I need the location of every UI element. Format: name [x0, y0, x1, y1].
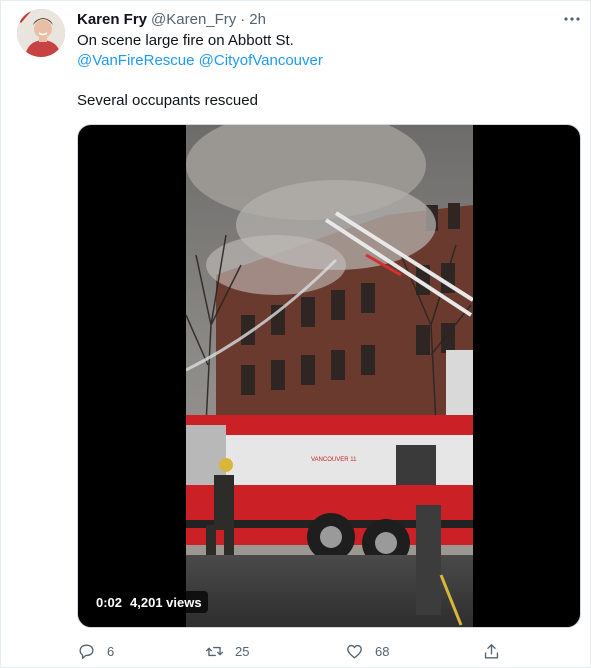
video-thumbnail: VANCOUVER 11 [186, 125, 473, 627]
tweet-actions: 6 25 68 [77, 638, 507, 664]
more-button[interactable] [557, 7, 587, 31]
avatar-image [17, 9, 65, 57]
separator-dot: · [240, 10, 246, 28]
video-player[interactable]: VANCOUVER 11 0:02 4,201 views [77, 124, 581, 628]
reply-count: 6 [107, 643, 115, 659]
share-button[interactable] [482, 638, 501, 664]
truck-label: VANCOUVER 11 [311, 457, 357, 463]
tweet-text-line-1: On scene large fire on Abbott St. [77, 32, 294, 49]
avatar[interactable] [17, 9, 65, 57]
retweet-icon [205, 646, 224, 656]
tweet-card[interactable]: Karen Fry @Karen_Fry · 2h On scene large… [0, 0, 591, 668]
like-button[interactable]: 68 [345, 638, 389, 664]
timestamp[interactable]: 2h [249, 11, 266, 28]
like-count: 68 [375, 643, 390, 659]
video-views: 4,201 views [130, 594, 202, 610]
tweet-mentions: @VanFireRescue @CityofVancouver [77, 51, 323, 71]
video-time: 0:02 [96, 594, 123, 610]
author-handle[interactable]: @Karen_Fry [151, 11, 236, 28]
mention-vanfirerescue[interactable]: @VanFireRescue [77, 52, 195, 69]
tweet-header: Karen Fry @Karen_Fry · 2h [77, 9, 266, 29]
tweet-text-line-2: Several occupants rescued [77, 92, 258, 109]
more-icon [564, 17, 580, 21]
reply-icon [79, 643, 94, 659]
retweet-button[interactable]: 25 [205, 638, 249, 664]
share-icon [484, 643, 499, 659]
video-stats: 0:02 4,201 views [90, 591, 208, 613]
like-icon [347, 644, 362, 659]
reply-button[interactable]: 6 [77, 638, 114, 664]
retweet-count: 25 [235, 643, 250, 659]
video-frame: VANCOUVER 11 [186, 125, 473, 627]
author-name[interactable]: Karen Fry [77, 11, 147, 28]
mention-cityofvancouver[interactable]: @CityofVancouver [199, 52, 323, 69]
